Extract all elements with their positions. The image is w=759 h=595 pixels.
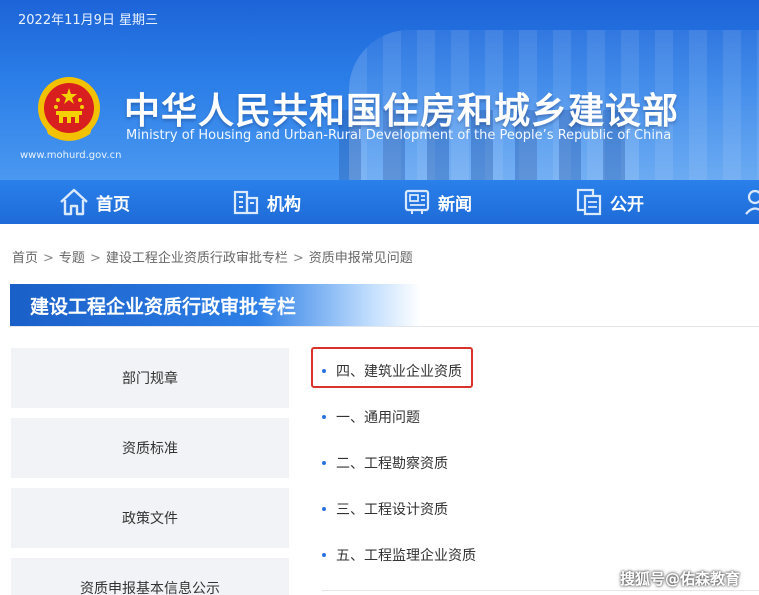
- list-divider: [322, 590, 759, 591]
- site-url: www.mohurd.gov.cn: [20, 150, 122, 161]
- nav-item-more[interactable]: [745, 180, 759, 224]
- breadcrumb-topics[interactable]: 专题: [59, 251, 85, 266]
- bullet-icon: [322, 553, 326, 557]
- watermark: 搜狐号@佑森教育: [620, 570, 741, 588]
- nav-label-public: 公开: [610, 194, 644, 215]
- list-item-label: 四、建筑业企业资质: [336, 364, 462, 380]
- list-item-label: 三、工程设计资质: [336, 502, 448, 518]
- bullet-icon: [322, 369, 326, 373]
- bullet-icon: [322, 461, 326, 465]
- building-icon: [233, 190, 259, 215]
- breadcrumb-separator: >: [292, 251, 304, 266]
- list-item[interactable]: 二、工程勘察资质: [322, 452, 448, 474]
- sidebar-item-info-disclosure[interactable]: 资质申报基本信息公示: [11, 558, 289, 595]
- bullet-icon: [322, 415, 326, 419]
- list-item[interactable]: 五、工程监理企业资质: [322, 544, 476, 566]
- section-title: 建设工程企业资质行政审批专栏: [10, 284, 420, 326]
- user-icon: [745, 189, 759, 215]
- main-nav: 首页 机构 新闻 公开: [0, 180, 759, 224]
- breadcrumb-column[interactable]: 建设工程企业资质行政审批专栏: [106, 251, 288, 266]
- list-item[interactable]: 三、工程设计资质: [322, 498, 448, 520]
- list-item-label: 一、通用问题: [336, 410, 420, 426]
- home-icon: [60, 188, 88, 216]
- sidebar-item-regulations[interactable]: 部门规章: [11, 348, 289, 408]
- national-emblem-icon[interactable]: [36, 74, 102, 144]
- list-item-label: 五、工程监理企业资质: [336, 548, 476, 564]
- nav-label-news: 新闻: [438, 194, 472, 215]
- breadcrumb-separator: >: [43, 251, 54, 266]
- nav-label-institutions: 机构: [267, 194, 301, 215]
- header-banner: 2022年11月9日 星期三 中华人民共和国住房和城乡建设部 Ministry …: [0, 0, 759, 180]
- list-item-label: 二、工程勘察资质: [336, 456, 448, 472]
- breadcrumb: 首页 > 专题 > 建设工程企业资质行政审批专栏 > 资质申报常见问题: [12, 247, 413, 266]
- list-item[interactable]: 一、通用问题: [322, 406, 420, 428]
- nav-label-home: 首页: [96, 194, 130, 215]
- bullet-icon: [322, 507, 326, 511]
- list-item[interactable]: 四、建筑业企业资质: [322, 360, 462, 382]
- sidebar-item-policy-docs[interactable]: 政策文件: [11, 488, 289, 548]
- breadcrumb-separator: >: [89, 251, 101, 266]
- sidebar-item-standards[interactable]: 资质标准: [11, 418, 289, 478]
- section-divider: [10, 326, 759, 327]
- breadcrumb-home[interactable]: 首页: [12, 251, 38, 266]
- nav-item-institutions[interactable]: 机构: [231, 180, 301, 224]
- news-icon: [404, 189, 430, 214]
- breadcrumb-current[interactable]: 资质申报常见问题: [309, 251, 413, 266]
- nav-item-home[interactable]: 首页: [58, 180, 130, 224]
- site-title: 中华人民共和国住房和城乡建设部: [124, 91, 680, 132]
- nav-item-news[interactable]: 新闻: [402, 180, 472, 224]
- documents-icon: [576, 188, 602, 216]
- site-subtitle: Ministry of Housing and Urban-Rural Deve…: [126, 128, 672, 143]
- nav-item-public[interactable]: 公开: [574, 180, 644, 224]
- current-date: 2022年11月9日 星期三: [18, 13, 159, 28]
